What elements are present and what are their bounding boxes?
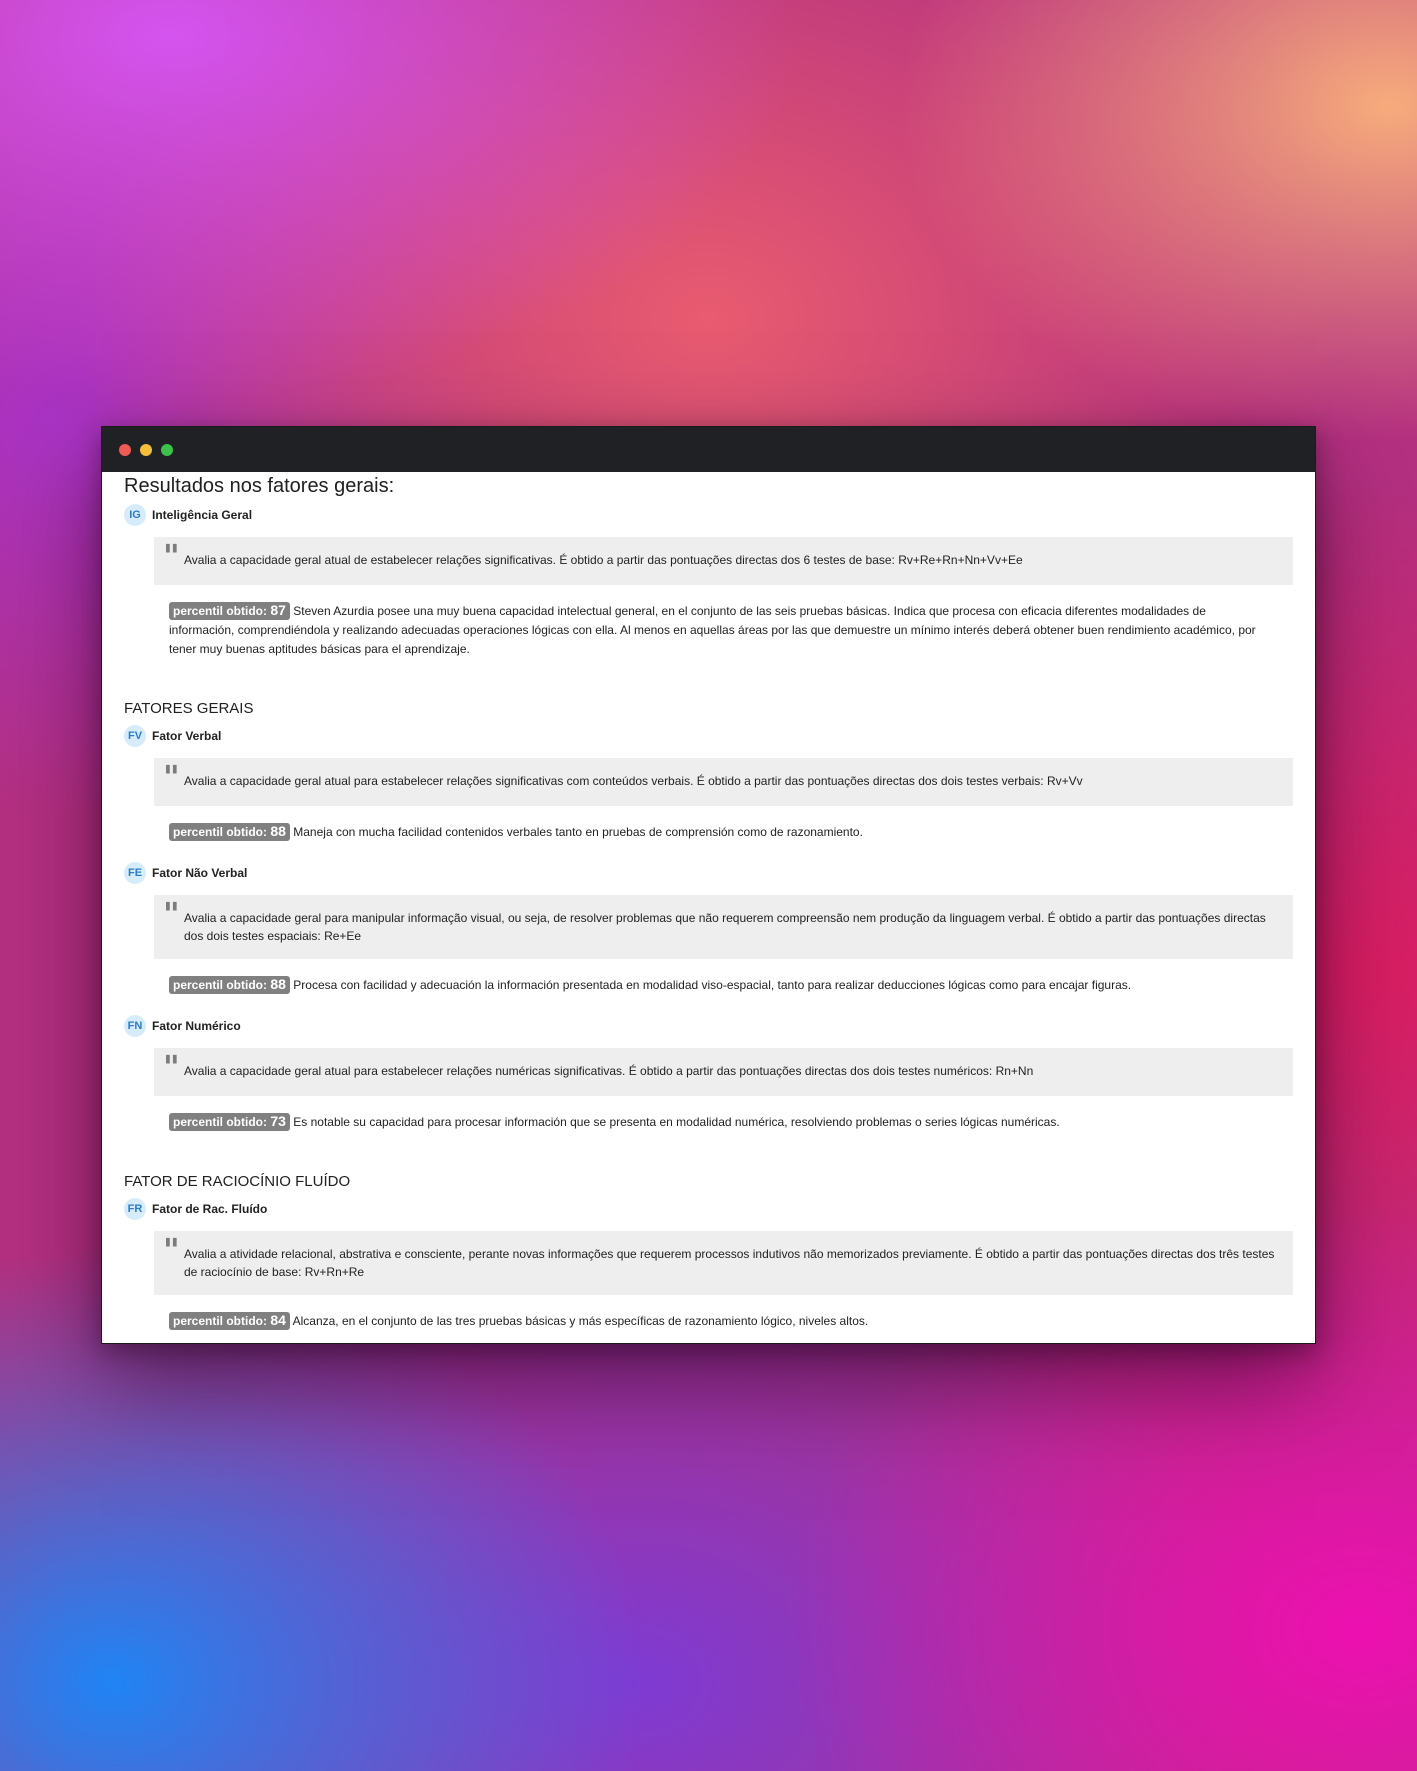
factor-name: Inteligência Geral [152,508,253,522]
factor-abbr-badge: FV [124,725,146,747]
factor-result-text: Maneja con mucha facilidad contenidos ve… [293,825,863,839]
factor-description: " Avalia a atividade relacional, abstrat… [154,1231,1293,1295]
factor-description: " Avalia a capacidade geral atual para e… [154,1048,1293,1096]
percentile-badge: percentil obtido: 88 [169,976,290,994]
factor-name: Fator de Rac. Fluído [152,1202,268,1216]
factor-result-text: Procesa con facilidad y adecuación la in… [293,978,1132,992]
factor-result: percentil obtido: 73 Es notable su capac… [169,1113,1293,1132]
factor-name: Fator Verbal [152,729,222,743]
percentile-badge: percentil obtido: 88 [169,823,290,841]
factor-result: percentil obtido: 84 Alcanza, en el conj… [169,1312,1293,1331]
factor-description-text: Avalia a capacidade geral atual de estab… [184,553,1023,567]
factor-header-fn: FN Fator Numérico [124,1014,1293,1038]
factor-result-text: Es notable su capacidad para procesar in… [293,1115,1060,1129]
percentile-label: percentil obtido: [173,825,267,839]
page-title: Resultados nos fatores gerais: [124,475,395,497]
factor-header-ig: IG Inteligência Geral [124,503,1293,527]
factor-result-text: Alcanza, en el conjunto de las tres prue… [292,1314,869,1328]
factor-description: " Avalia a capacidade geral para manipul… [154,895,1293,959]
close-window-button[interactable] [119,443,131,456]
quote-icon: " [163,758,180,796]
factor-description-text: Avalia a capacidade geral atual para est… [184,774,1083,788]
percentile-value: 87 [270,602,286,618]
browser-window: Resultados nos fatores gerais: IG Inteli… [101,426,1316,1344]
factor-description-text: Avalia a capacidade geral para manipular… [184,911,1266,943]
percentile-value: 73 [270,1113,286,1129]
report-content[interactable]: Resultados nos fatores gerais: IG Inteli… [102,472,1315,1343]
factor-name: Fator Não Verbal [152,866,248,880]
quote-icon: " [163,537,180,575]
factor-header-fr: FR Fator de Rac. Fluído [124,1197,1293,1221]
factor-name: Fator Numérico [152,1019,241,1033]
quote-icon: " [163,1048,180,1086]
window-titlebar [102,427,1315,472]
minimize-window-button[interactable] [140,443,152,456]
factor-header-fv: FV Fator Verbal [124,724,1293,748]
section-title-raciocinio-fluido: FATOR DE RACIOCÍNIO FLUÍDO [124,1173,351,1190]
factor-abbr-badge: IG [124,504,146,526]
factor-abbr-badge: FN [124,1015,146,1037]
factor-description: " Avalia a capacidade geral atual de est… [154,537,1293,585]
percentile-badge: percentil obtido: 84 [169,1312,290,1330]
factor-description-text: Avalia a capacidade geral atual para est… [184,1064,1034,1078]
factor-abbr-badge: FE [124,862,146,884]
percentile-value: 84 [270,1312,286,1328]
quote-icon: " [163,895,180,933]
factor-description: " Avalia a capacidade geral atual para e… [154,758,1293,806]
factor-result: percentil obtido: 88 Maneja con mucha fa… [169,823,1293,842]
percentile-value: 88 [270,823,286,839]
percentile-label: percentil obtido: [173,1115,267,1129]
factor-description-text: Avalia a atividade relacional, abstrativ… [184,1247,1275,1279]
factor-result: percentil obtido: 88 Procesa con facilid… [169,976,1293,995]
factor-abbr-badge: FR [124,1198,146,1220]
percentile-value: 88 [270,976,286,992]
maximize-window-button[interactable] [161,443,173,456]
factor-result-text: Steven Azurdia posee una muy buena capac… [169,604,1256,656]
percentile-label: percentil obtido: [173,1314,267,1328]
factor-result: percentil obtido: 87 Steven Azurdia pose… [169,602,1293,659]
section-title-fatores-gerais: FATORES GERAIS [124,700,254,717]
percentile-badge: percentil obtido: 87 [169,602,290,620]
percentile-badge: percentil obtido: 73 [169,1113,290,1131]
quote-icon: " [163,1231,180,1269]
percentile-label: percentil obtido: [173,604,267,618]
factor-header-fe: FE Fator Não Verbal [124,861,1293,885]
percentile-label: percentil obtido: [173,978,267,992]
